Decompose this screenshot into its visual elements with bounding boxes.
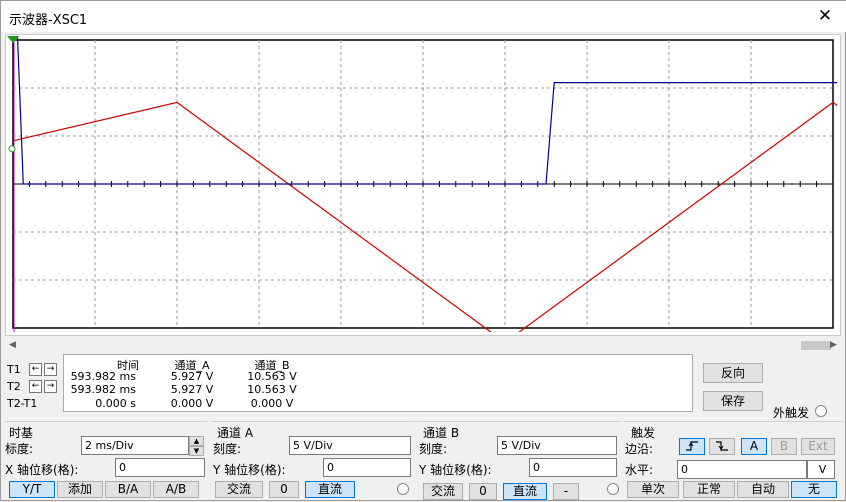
- dt-time: 0.000 s: [95, 397, 136, 410]
- add-button[interactable]: 添加: [57, 481, 103, 498]
- falling-edge-icon[interactable]: [709, 438, 735, 455]
- timebase-down-icon[interactable]: ▼: [189, 446, 204, 456]
- timebase-title: 时基: [9, 426, 34, 440]
- t2-time: 593.982 ms: [70, 383, 136, 396]
- rising-edge-icon[interactable]: [679, 438, 705, 455]
- channel-a-dc-button[interactable]: 直流: [305, 481, 355, 498]
- oscilloscope-window: 示波器-XSC1 ✕ ◀ ▶ T1 T2 T2-T1 ← → ← → 时间 通道…: [0, 0, 846, 501]
- trigger-level-unit[interactable]: V: [807, 460, 835, 479]
- channel-a-zero-button[interactable]: 0: [269, 481, 299, 498]
- close-icon[interactable]: ✕: [811, 5, 839, 27]
- t1-time: 593.982 ms: [70, 370, 136, 383]
- trigger-source-ext-button[interactable]: Ext: [801, 438, 835, 455]
- trigger-source-b-button[interactable]: B: [771, 438, 797, 455]
- trigger-level-input[interactable]: 0: [677, 460, 807, 479]
- channel-b-ypos-label: Y 轴位移(格):: [419, 463, 492, 477]
- dt-label: T2-T1: [7, 397, 38, 410]
- window-title: 示波器-XSC1: [9, 13, 88, 28]
- trigger-title: 触发: [631, 426, 656, 440]
- timebase-scale-label: 标度:: [5, 442, 34, 456]
- trigger-source-a-button[interactable]: A: [741, 438, 767, 455]
- scope-screen[interactable]: [7, 36, 837, 332]
- trigger-level-label: 水平:: [625, 463, 654, 477]
- horizontal-scrollbar[interactable]: ◀ ▶: [5, 338, 841, 353]
- t1-right-arrow-icon[interactable]: →: [44, 363, 57, 376]
- scroll-left-icon[interactable]: ◀: [5, 338, 20, 353]
- channel-a-ac-button[interactable]: 交流: [215, 481, 263, 498]
- yt-button[interactable]: Y/T: [9, 481, 55, 498]
- trigger-single-button[interactable]: 单次: [627, 481, 679, 498]
- trigger-group: 触发 边沿: A B Ext 水平: 0 V 单次 正常 自动 无: [623, 421, 843, 502]
- timebase-up-icon[interactable]: ▲: [189, 436, 204, 446]
- t1-left-arrow-icon[interactable]: ←: [29, 363, 42, 376]
- dt-channel-a: 0.000 V: [170, 397, 214, 410]
- channel-b-title: 通道 B: [423, 426, 460, 440]
- trigger-edge-label: 边沿:: [625, 442, 654, 456]
- channel-b-minus-button[interactable]: -: [553, 483, 579, 500]
- t1-channel-b: 10.563 V: [247, 370, 297, 383]
- cursor-readout-table: 时间 通道_A 通道_B 593.982 ms 5.927 V 10.563 V…: [63, 354, 693, 412]
- t2-right-arrow-icon[interactable]: →: [44, 380, 57, 393]
- save-button[interactable]: 保存: [703, 391, 763, 411]
- channel-a-radio[interactable]: [397, 483, 409, 495]
- channel-a-ypos-input[interactable]: 0: [323, 458, 411, 477]
- channel-b-group: 通道 B 刻度: 5 V/Div Y 轴位移(格): 0 交流 0 直流 -: [417, 421, 621, 502]
- channel-a-scale-label: 刻度:: [213, 442, 242, 456]
- scroll-right-icon[interactable]: ▶: [826, 338, 841, 353]
- channel-a-group: 通道 A 刻度: 5 V/Div Y 轴位移(格): 0 交流 0 直流: [211, 421, 415, 502]
- t2-channel-b: 10.563 V: [247, 383, 297, 396]
- trigger-auto-button[interactable]: 自动: [737, 481, 789, 498]
- ab-button[interactable]: A/B: [153, 481, 199, 498]
- timebase-group: 时基 标度: 2 ms/Div ▲ ▼ X 轴位移(格): 0 Y/T 添加 B…: [5, 421, 207, 502]
- timebase-scale-input[interactable]: 2 ms/Div: [81, 436, 189, 455]
- trigger-none-button[interactable]: 无: [791, 481, 837, 498]
- t2-left-arrow-icon[interactable]: ←: [29, 380, 42, 393]
- channel-b-dc-button[interactable]: 直流: [503, 483, 547, 500]
- channel-a-ypos-label: Y 轴位移(格):: [213, 463, 286, 477]
- channel-b-ac-button[interactable]: 交流: [423, 483, 463, 500]
- reverse-button[interactable]: 反向: [703, 363, 763, 383]
- timebase-xpos-input[interactable]: 0: [115, 458, 205, 477]
- channel-a-title: 通道 A: [217, 426, 254, 440]
- trigger-marker-icon: [8, 145, 16, 153]
- dt-channel-b: 0.000 V: [250, 397, 294, 410]
- t1-channel-a: 5.927 V: [170, 370, 214, 383]
- channel-b-radio[interactable]: [607, 483, 619, 495]
- t2-channel-a: 5.927 V: [170, 383, 214, 396]
- channel-b-scale-input[interactable]: 5 V/Div: [497, 436, 617, 455]
- channel-a-scale-input[interactable]: 5 V/Div: [289, 436, 411, 455]
- ba-button[interactable]: B/A: [105, 481, 151, 498]
- timebase-xpos-label: X 轴位移(格):: [5, 463, 79, 477]
- channel-b-scale-label: 刻度:: [419, 442, 448, 456]
- ext-trigger-label: 外触发: [773, 406, 810, 420]
- title-bar: 示波器-XSC1 ✕: [1, 1, 846, 32]
- trigger-normal-button[interactable]: 正常: [683, 481, 735, 498]
- ext-trigger-radio[interactable]: [815, 405, 827, 417]
- channel-b-zero-button[interactable]: 0: [469, 483, 497, 500]
- channel-b-ypos-input[interactable]: 0: [529, 458, 617, 477]
